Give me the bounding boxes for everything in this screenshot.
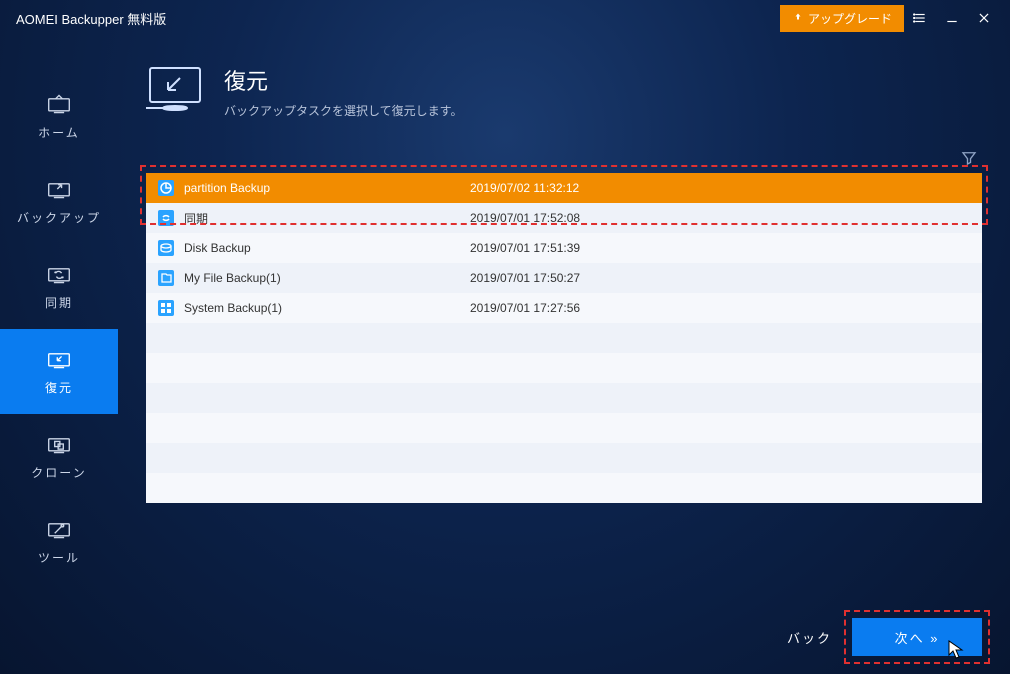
upgrade-button[interactable]: アップグレード — [780, 5, 904, 32]
sidebar: ホーム バックアップ 同期 復元 クローン ツール — [0, 36, 118, 674]
disk-icon — [158, 240, 174, 256]
sidebar-item-label: クローン — [31, 464, 86, 481]
restore-large-icon — [146, 64, 204, 114]
close-button[interactable] — [968, 2, 1000, 34]
back-button[interactable]: バック — [787, 628, 832, 647]
empty-row — [146, 413, 982, 443]
empty-row — [146, 383, 982, 413]
page-title: 復元 — [224, 64, 462, 96]
empty-row — [146, 443, 982, 473]
main-panel: 復元 バックアップタスクを選択して復元します。 partition Backup… — [118, 36, 1010, 674]
system-icon — [158, 300, 174, 316]
task-date: 2019/07/01 17:27:56 — [470, 301, 970, 315]
upgrade-label: アップグレード — [808, 10, 892, 27]
empty-row — [146, 323, 982, 353]
sidebar-item-backup[interactable]: バックアップ — [0, 159, 118, 244]
task-date: 2019/07/02 11:32:12 — [470, 181, 970, 195]
next-button[interactable]: 次へ » — [852, 618, 982, 656]
task-name: System Backup(1) — [184, 301, 470, 315]
task-date: 2019/07/01 17:51:39 — [470, 241, 970, 255]
task-name: Disk Backup — [184, 241, 470, 255]
task-date: 2019/07/01 17:50:27 — [470, 271, 970, 285]
restore-icon — [45, 347, 73, 371]
task-list-wrap: partition Backup2019/07/02 11:32:12同期201… — [146, 173, 982, 503]
body: ホーム バックアップ 同期 復元 クローン ツール — [0, 36, 1010, 674]
footer: バック 次へ » — [787, 618, 982, 656]
page-subtitle: バックアップタスクを選択して復元します。 — [224, 102, 462, 119]
partition-icon — [158, 180, 174, 196]
app-window: AOMEI Backupper 無料版 アップグレード ホーム バックアップ — [0, 0, 1010, 674]
filter-icon[interactable] — [960, 149, 978, 167]
empty-row — [146, 353, 982, 383]
home-icon — [45, 92, 73, 116]
task-row[interactable]: partition Backup2019/07/02 11:32:12 — [146, 173, 982, 203]
task-date: 2019/07/01 17:52:08 — [470, 211, 970, 225]
empty-row — [146, 473, 982, 503]
cloud-up-icon — [792, 12, 804, 24]
file-icon — [158, 270, 174, 286]
task-name: partition Backup — [184, 181, 470, 195]
backup-icon — [45, 177, 73, 201]
task-row[interactable]: System Backup(1)2019/07/01 17:27:56 — [146, 293, 982, 323]
filter-row — [146, 149, 982, 167]
sidebar-item-sync[interactable]: 同期 — [0, 244, 118, 329]
sync-icon — [45, 262, 73, 286]
task-row[interactable]: 同期2019/07/01 17:52:08 — [146, 203, 982, 233]
task-row[interactable]: My File Backup(1)2019/07/01 17:50:27 — [146, 263, 982, 293]
app-title: AOMEI Backupper 無料版 — [16, 9, 166, 28]
sidebar-item-clone[interactable]: クローン — [0, 414, 118, 499]
clone-icon — [45, 432, 73, 456]
titlebar: AOMEI Backupper 無料版 アップグレード — [0, 0, 1010, 36]
sidebar-item-tools[interactable]: ツール — [0, 499, 118, 584]
next-button-wrap: 次へ » — [852, 618, 982, 656]
page-header: 復元 バックアップタスクを選択して復元します。 — [146, 64, 982, 119]
next-label: 次へ » — [895, 628, 940, 647]
sidebar-item-label: バックアップ — [17, 209, 101, 226]
sidebar-item-home[interactable]: ホーム — [0, 74, 118, 159]
tools-icon — [45, 517, 73, 541]
minimize-button[interactable] — [936, 2, 968, 34]
sidebar-item-label: ホーム — [38, 124, 80, 141]
menu-list-icon[interactable] — [904, 2, 936, 34]
task-list: partition Backup2019/07/02 11:32:12同期201… — [146, 173, 982, 503]
sidebar-item-label: ツール — [38, 549, 80, 566]
task-name: My File Backup(1) — [184, 271, 470, 285]
sidebar-item-label: 同期 — [45, 294, 73, 311]
task-row[interactable]: Disk Backup2019/07/01 17:51:39 — [146, 233, 982, 263]
sidebar-item-label: 復元 — [45, 379, 73, 396]
sidebar-item-restore[interactable]: 復元 — [0, 329, 118, 414]
sync-icon — [158, 210, 174, 226]
task-name: 同期 — [184, 210, 470, 227]
